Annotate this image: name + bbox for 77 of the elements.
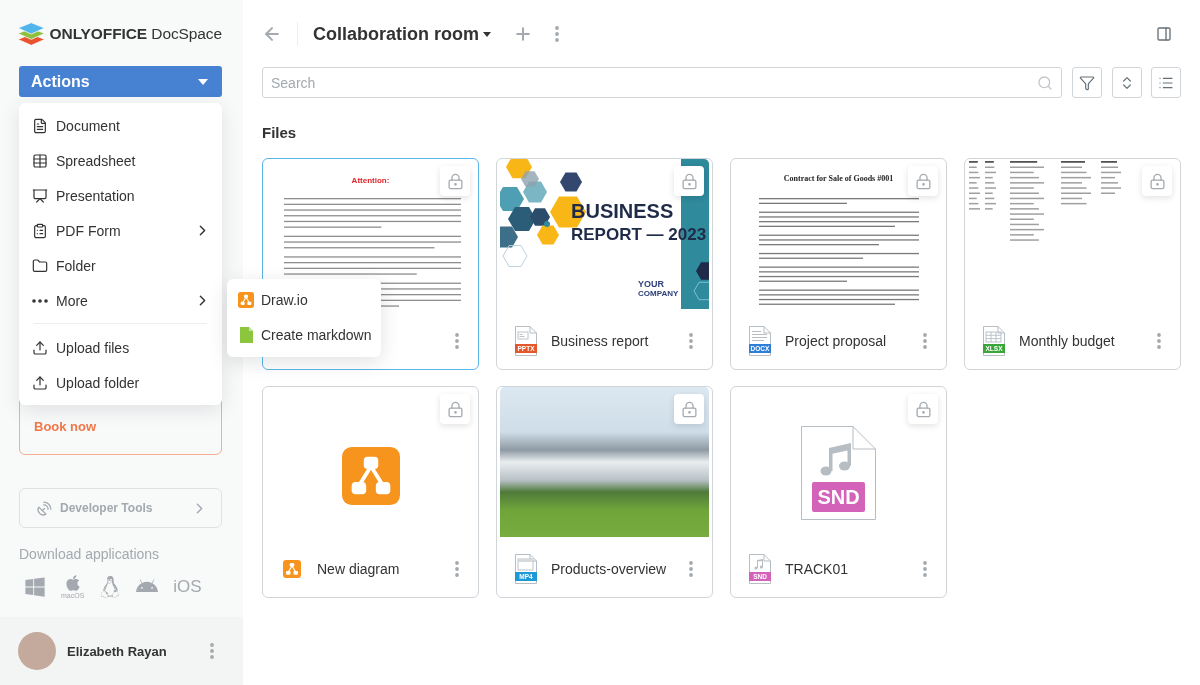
lock-icon	[914, 172, 932, 190]
lock-icon	[446, 400, 464, 418]
file-name[interactable]: New diagram	[317, 561, 442, 577]
file-card[interactable]: New diagram	[262, 386, 479, 598]
lock-icon	[680, 172, 698, 190]
download-title: Download applications	[19, 545, 161, 563]
actions-button[interactable]: Actions	[19, 66, 222, 97]
file-name[interactable]: Project proposal	[785, 333, 910, 349]
folder-icon	[32, 257, 48, 274]
section-title: Files	[262, 124, 298, 141]
menu-item[interactable]: PDF Form	[19, 213, 222, 248]
file-type-badge: SND	[812, 482, 865, 512]
presentation-icon	[32, 187, 48, 204]
caret-icon	[483, 31, 491, 37]
plus-icon[interactable]	[513, 24, 533, 44]
slide-brand-text: YOUR	[638, 279, 665, 289]
filter-button[interactable]	[1072, 67, 1102, 98]
file-icon	[239, 327, 253, 343]
more-options-icon[interactable]	[923, 333, 927, 349]
apple-icon[interactable]	[63, 574, 82, 592]
menu-item[interactable]: Folder	[19, 248, 222, 283]
more-options-icon[interactable]	[923, 561, 927, 577]
more-options-icon[interactable]	[555, 26, 559, 42]
lock-button[interactable]	[440, 394, 470, 424]
lock-button[interactable]	[908, 394, 938, 424]
room-title-dropdown[interactable]: Collaboration room	[313, 23, 491, 45]
file-name[interactable]: TRACK01	[785, 561, 910, 577]
search-field[interactable]: Search	[262, 67, 1062, 98]
lock-icon	[1148, 172, 1166, 190]
slide-brand-text: COMPANY	[638, 289, 679, 298]
lock-button[interactable]	[674, 394, 704, 424]
file-name[interactable]: Business report	[551, 333, 676, 349]
file-name[interactable]: Products-overview	[551, 561, 676, 577]
upload-icon	[32, 339, 48, 356]
sort-button[interactable]	[1112, 67, 1142, 98]
caret-icon	[198, 78, 208, 85]
lock-icon	[446, 172, 464, 190]
menu-item[interactable]: Spreadsheet	[19, 143, 222, 178]
lock-button[interactable]	[440, 166, 470, 196]
more-options-icon[interactable]	[210, 643, 214, 659]
menu-item[interactable]: More	[19, 283, 222, 318]
lock-icon	[680, 400, 698, 418]
ellipsis-icon	[32, 298, 48, 303]
view-toggle-button[interactable]	[1151, 67, 1181, 98]
menu-item[interactable]: Document	[19, 108, 222, 143]
filter-icon	[1079, 74, 1095, 91]
lock-button[interactable]	[908, 166, 938, 196]
more-options-icon[interactable]	[455, 561, 459, 577]
menu-item[interactable]: Upload files	[19, 330, 222, 365]
panel-icon[interactable]	[1156, 26, 1172, 42]
form-icon	[32, 222, 48, 239]
diagram-icon	[283, 560, 301, 578]
avatar	[18, 632, 56, 670]
upload-icon	[32, 374, 48, 391]
diagram-icon	[341, 447, 400, 505]
diagram-icon	[238, 292, 254, 308]
menu-item[interactable]: Upload folder	[19, 365, 222, 400]
more-options-icon[interactable]	[1157, 333, 1161, 349]
more-options-icon[interactable]	[689, 333, 693, 349]
file-name[interactable]: Monthly budget	[1019, 333, 1144, 349]
logo-text: ONLYOFFICE DocSpace	[49, 25, 222, 43]
user-name: Elizabeth Rayan	[67, 643, 168, 659]
lock-button[interactable]	[1142, 166, 1172, 196]
document-heading: Contract for Sale of Goods #001	[783, 174, 894, 184]
table-icon	[32, 152, 48, 169]
satellite-dish-icon	[36, 499, 53, 517]
penguin-icon[interactable]	[99, 576, 122, 598]
logo-icon	[18, 22, 45, 46]
more-options-icon[interactable]	[689, 561, 693, 577]
document-heading: Attention:	[351, 176, 390, 186]
lock-icon	[914, 400, 932, 418]
menu-item[interactable]: Presentation	[19, 178, 222, 213]
lock-button[interactable]	[674, 166, 704, 196]
search-icon	[1037, 74, 1053, 91]
windows-icon[interactable]	[24, 576, 46, 598]
more-options-icon[interactable]	[455, 333, 459, 349]
document-icon	[32, 117, 48, 134]
